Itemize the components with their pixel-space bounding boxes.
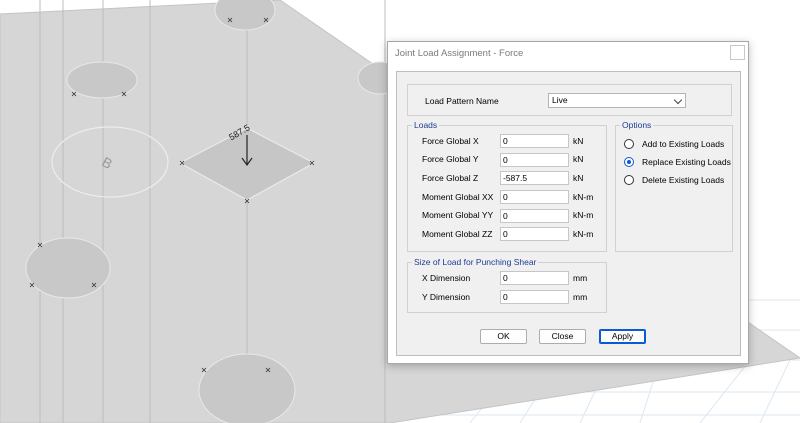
close-button[interactable]: Close <box>539 329 586 344</box>
force-y-input[interactable]: 0 <box>500 153 569 167</box>
options-group-title: Options <box>620 120 654 130</box>
moment-zz-input[interactable]: 0 <box>500 227 569 241</box>
joint-load-dialog: Joint Load Assignment - Force Load Patte… <box>387 41 749 364</box>
footing-circle <box>198 353 296 423</box>
load-pattern-label: Load Pattern Name <box>425 96 499 106</box>
x-dimension-label: X Dimension <box>422 273 471 283</box>
options-group: Options Add to Existing Loads Replace Ex… <box>615 120 733 252</box>
chevron-down-icon <box>673 95 683 105</box>
moment-zz-label: Moment Global ZZ <box>422 229 493 239</box>
moment-xx-input[interactable]: 0 <box>500 190 569 204</box>
force-z-label: Force Global Z <box>422 173 479 183</box>
loads-group: Loads Force Global X 0 kN Force Global Y… <box>407 120 607 252</box>
y-dimension-label: Y Dimension <box>422 292 471 302</box>
loads-group-title: Loads <box>412 120 440 130</box>
moment-yy-unit: kN-m <box>573 210 594 220</box>
force-x-label: Force Global X <box>422 136 479 146</box>
moment-zz-unit: kN-m <box>573 229 594 239</box>
moment-xx-label: Moment Global XX <box>422 192 494 202</box>
dialog-body: Load Pattern Name Live Loads Force Globa… <box>396 71 741 356</box>
force-y-unit: kN <box>573 154 584 164</box>
x-dimension-input[interactable]: 0 <box>500 271 569 285</box>
footing-circle <box>25 237 111 299</box>
punching-shear-title: Size of Load for Punching Shear <box>412 257 539 267</box>
force-y-label: Force Global Y <box>422 154 479 164</box>
force-z-unit: kN <box>573 173 584 183</box>
punching-shear-group: Size of Load for Punching Shear X Dimens… <box>407 257 607 313</box>
replace-existing-label: Replace Existing Loads <box>642 157 731 167</box>
add-existing-label: Add to Existing Loads <box>642 139 725 149</box>
replace-existing-radio[interactable] <box>624 157 634 167</box>
y-dimension-input[interactable]: 0 <box>500 290 569 304</box>
load-pattern-value: Live <box>552 95 568 105</box>
x-dimension-unit: mm <box>573 273 588 283</box>
moment-xx-unit: kN-m <box>573 192 594 202</box>
force-z-input[interactable]: -587.5 <box>500 171 569 185</box>
dialog-titlebar[interactable]: Joint Load Assignment - Force <box>388 42 748 64</box>
force-x-unit: kN <box>573 136 584 146</box>
force-x-input[interactable]: 0 <box>500 134 569 148</box>
delete-existing-label: Delete Existing Loads <box>642 175 725 185</box>
load-pattern-select[interactable]: Live <box>548 93 686 108</box>
y-dimension-unit: mm <box>573 292 588 302</box>
apply-button[interactable]: Apply <box>599 329 646 344</box>
moment-yy-input[interactable]: 0 <box>500 209 569 223</box>
dialog-title: Joint Load Assignment - Force <box>395 48 524 59</box>
dialog-close-icon[interactable] <box>730 45 745 60</box>
footing-circle <box>66 61 138 99</box>
load-pattern-group: Load Pattern Name Live <box>407 84 732 116</box>
moment-yy-label: Moment Global YY <box>422 210 494 220</box>
ok-button[interactable]: OK <box>480 329 527 344</box>
add-existing-radio[interactable] <box>624 139 634 149</box>
delete-existing-radio[interactable] <box>624 175 634 185</box>
